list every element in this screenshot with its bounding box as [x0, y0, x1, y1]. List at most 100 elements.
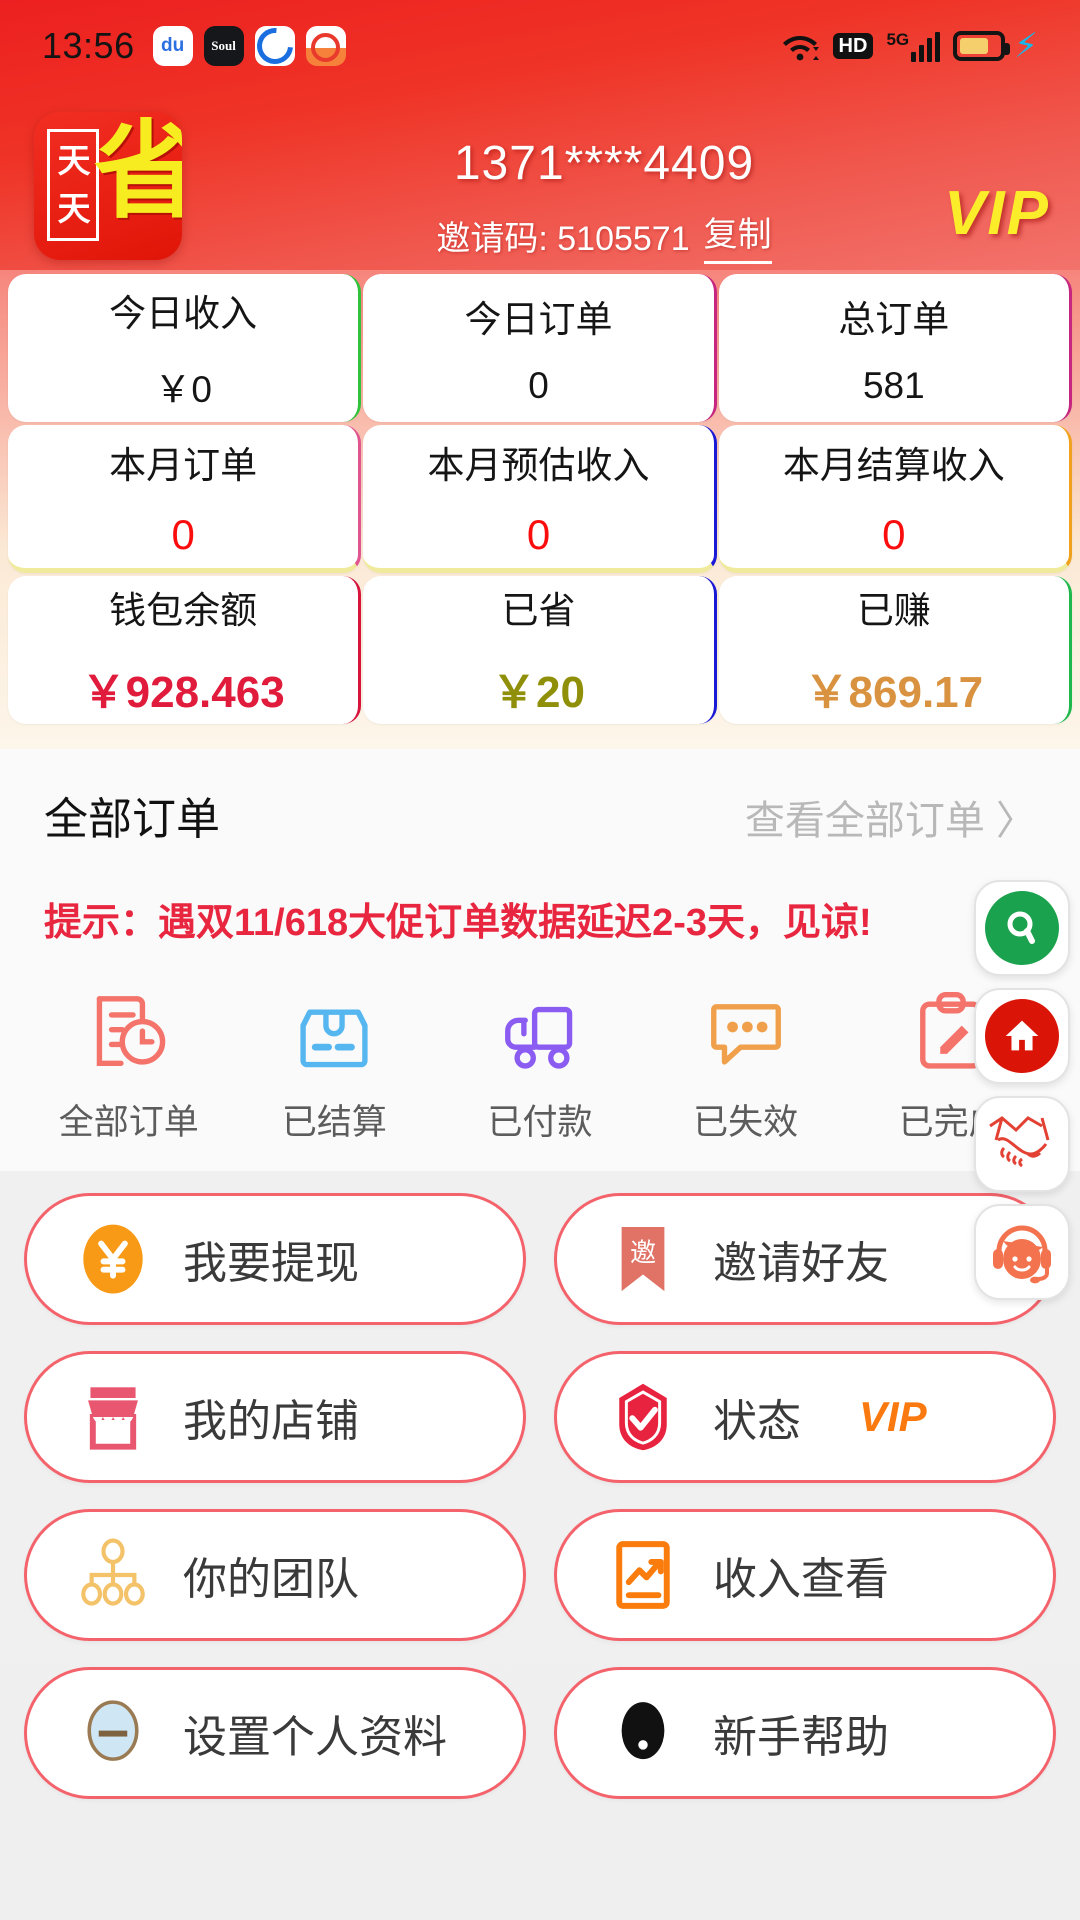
stat-label: 总订单: [838, 299, 950, 340]
wifi-icon: [780, 30, 820, 62]
menu-row-3: 你的团队 收入查看: [24, 1509, 1056, 1641]
order-category-label: 已付款: [487, 1103, 593, 1142]
logo-char-sheng: 省: [94, 114, 182, 231]
view-all-orders-link[interactable]: 查看全部订单 〉: [745, 788, 1036, 846]
logo-char-tian-2: 天: [57, 192, 91, 228]
order-category-label: 已结算: [281, 1103, 387, 1142]
income-chart-icon: [616, 1541, 670, 1609]
handshake-icon: [989, 1116, 1050, 1168]
status-app-icons: du Soul: [152, 26, 346, 66]
menu-button-label: 我要提现: [183, 1239, 359, 1288]
menu-button-your-team[interactable]: 你的团队: [24, 1509, 526, 1641]
invite-code-label: 邀请码: 5105571: [436, 220, 690, 258]
order-category-expired[interactable]: 已失效: [643, 988, 849, 1145]
app-logo: 天 天 省: [34, 112, 182, 260]
stat-label: 钱包余额: [109, 590, 258, 631]
menu-row-4: 设置个人资料 新手帮助: [24, 1667, 1056, 1799]
menu-section: 我要提现 邀 邀请好友 我的店铺 状态 VIP 你的团队 收入查看 设置个人资料…: [0, 1171, 1080, 1799]
battery-icon: [953, 31, 1011, 61]
profile-section: 天 天 省 1371****4409 邀请码: 5105571 复制: [0, 92, 1080, 264]
avatar-profile-icon: [87, 1700, 139, 1761]
app-header: 13:56 du Soul HD 5G ⚡ 天 天 省 1371****4409…: [0, 0, 1080, 270]
network-5g-icon: 5G: [886, 29, 941, 62]
charging-bolt-icon: ⚡: [1014, 27, 1038, 65]
status-bar: 13:56 du Soul HD 5G ⚡: [0, 0, 1080, 92]
soul-icon: Soul: [203, 26, 244, 66]
stat-card-month-settled-income[interactable]: 本月结算收入 0: [718, 425, 1072, 573]
network-label: 5G: [886, 29, 910, 49]
menu-button-beginner-help[interactable]: 新手帮助: [554, 1667, 1056, 1799]
menu-button-edit-profile[interactable]: 设置个人资料: [24, 1667, 526, 1799]
stat-value: ￥928.463: [81, 668, 285, 717]
order-category-settled[interactable]: 已结算: [232, 988, 438, 1145]
speech-bubble-icon: [710, 1004, 781, 1065]
calendar-icon: [305, 26, 346, 66]
stat-label: 今日收入: [109, 293, 258, 334]
stat-card-month-estimated-income[interactable]: 本月预估收入 0: [363, 425, 717, 573]
stats-section: 今日收入 ￥0 今日订单 0 总订单 581 本月订单 0 本月预估收入 0 本…: [0, 270, 1080, 749]
menu-row-2: 我的店铺 状态 VIP: [24, 1351, 1056, 1483]
stat-card-today-orders[interactable]: 今日订单 0: [363, 274, 717, 422]
stat-value: 0: [526, 510, 551, 558]
orders-section: 全部订单 查看全部订单 〉 提示：遇双11/618大促订单数据延迟2-3天，见谅…: [0, 749, 1080, 1171]
profile-info: 1371****4409 邀请码: 5105571 复制: [162, 112, 1046, 264]
yen-coin-icon: [83, 1224, 143, 1294]
search-icon: [985, 891, 1059, 965]
menu-button-label: 新手帮助: [713, 1713, 889, 1762]
menu-button-label: 收入查看: [713, 1555, 889, 1604]
signal-bars-icon: [911, 31, 941, 62]
baidu-icon: du: [152, 26, 193, 66]
orders-title: 全部订单: [44, 795, 220, 844]
shop-icon: [88, 1387, 138, 1450]
status-bar-left: 13:56 du Soul: [42, 25, 346, 67]
home-icon: [985, 999, 1059, 1073]
orders-tip: 提示：遇双11/618大促订单数据延迟2-3天，见谅!: [44, 902, 872, 944]
stat-card-month-orders[interactable]: 本月订单 0: [8, 425, 362, 573]
stat-value: 0: [528, 365, 549, 406]
menu-button-withdraw[interactable]: 我要提现: [24, 1193, 526, 1325]
order-category-paid[interactable]: 已付款: [437, 988, 643, 1145]
stat-label: 今日订单: [464, 299, 613, 340]
menu-button-label: 你的团队: [183, 1555, 359, 1604]
order-category-list: 全部订单 已结算 已付款 已失效 已完成: [0, 988, 1080, 1145]
menu-button-status[interactable]: 状态 VIP: [554, 1351, 1056, 1483]
user-phone: 1371****4409: [453, 137, 755, 190]
order-doc-clock-icon: [96, 996, 166, 1066]
menu-button-label: 设置个人资料: [183, 1713, 447, 1762]
stats-row-3: 钱包余额 ￥928.463 已省 ￥20 已赚 ￥869.17: [8, 576, 1072, 724]
stat-card-saved[interactable]: 已省 ￥20: [363, 576, 717, 724]
fab-search-button[interactable]: [974, 880, 1070, 976]
hd-badge: HD: [832, 33, 874, 59]
svg-text:邀: 邀: [630, 1238, 656, 1267]
order-category-label: 已失效: [693, 1103, 799, 1142]
menu-button-income-view[interactable]: 收入查看: [554, 1509, 1056, 1641]
menu-row-1: 我要提现 邀 邀请好友: [24, 1193, 1056, 1325]
stat-label: 本月预估收入: [427, 444, 650, 486]
help-icon: [621, 1702, 665, 1760]
menu-button-my-shop[interactable]: 我的店铺: [24, 1351, 526, 1483]
orders-header: 全部订单 查看全部订单 〉: [0, 783, 1080, 847]
menu-button-label: 我的店铺: [183, 1397, 359, 1446]
qq-browser-icon: [254, 26, 295, 66]
stat-card-today-income[interactable]: 今日收入 ￥0: [8, 274, 362, 422]
shield-check-icon: [619, 1383, 667, 1451]
copy-invite-button[interactable]: 复制: [703, 207, 772, 264]
stat-label: 本月结算收入: [782, 444, 1005, 486]
fab-partnership-button[interactable]: [974, 1096, 1070, 1192]
stat-value: ￥0: [154, 369, 212, 410]
fab-home-button[interactable]: [974, 988, 1070, 1084]
order-category-label: 全部订单: [58, 1103, 199, 1142]
package-box-icon: [300, 1009, 368, 1068]
stat-value: 581: [862, 365, 925, 406]
stats-row-1: 今日收入 ￥0 今日订单 0 总订单 581: [8, 274, 1072, 422]
status-bar-right: HD 5G ⚡: [780, 29, 1038, 63]
fab-customer-service-button[interactable]: [974, 1204, 1070, 1300]
customer-service-icon: [993, 1225, 1051, 1284]
stat-card-wallet-balance[interactable]: 钱包余额 ￥928.463: [8, 576, 362, 724]
stat-value: ￥20: [492, 668, 585, 717]
invite-code-row: 邀请码: 5105571 复制: [162, 207, 1046, 264]
order-category-all[interactable]: 全部订单: [26, 988, 232, 1145]
status-time: 13:56: [42, 25, 135, 66]
stat-card-total-orders[interactable]: 总订单 581: [718, 274, 1072, 422]
stat-card-earned[interactable]: 已赚 ￥869.17: [718, 576, 1072, 724]
